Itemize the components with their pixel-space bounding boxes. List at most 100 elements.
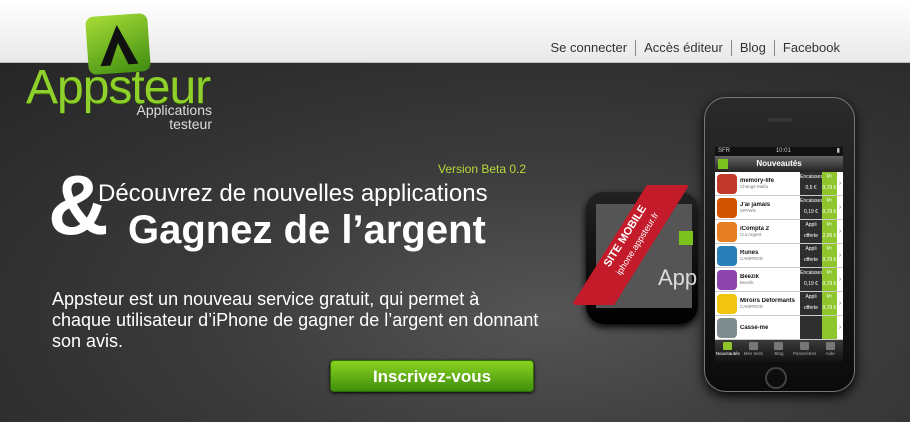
tab-nouveautes[interactable]: Nouveautés (715, 340, 741, 362)
app-logo-icon (718, 159, 728, 169)
app-list-row[interactable]: Beezik Beezik Encaissez 0,19 € Pr 0,79 € › (715, 268, 843, 292)
app-publisher: Change Mafia (740, 184, 769, 189)
nav-login[interactable]: Se connecter (543, 40, 637, 56)
reward-line-2: 0,5 € (805, 185, 817, 191)
app-list: memory-life Change Mafia Encaissez 0,5 € Pr 0… (715, 172, 843, 340)
price-line-2: 0,79 € (822, 281, 837, 287)
reward-line-1: Appli (805, 246, 817, 252)
settings-icon (800, 342, 810, 350)
tab-label: Blog (774, 351, 784, 356)
price-line-1: Pr (827, 222, 832, 228)
reward-line-1: Encaissez (800, 198, 823, 204)
reward-line-2: offerte (803, 233, 819, 239)
app-list-row[interactable]: Runes CAMPROD Appli offerte Pr 0,79 € › (715, 244, 843, 268)
price-line-1: Pr (827, 270, 832, 276)
blog-icon (774, 342, 784, 350)
app-list-row[interactable]: Casse-me › (715, 316, 843, 340)
clock: 10:01 (775, 148, 791, 154)
tab-blog[interactable]: Blog (766, 340, 792, 362)
app-list-row[interactable]: J'ai jamais SIPIWS Encaissez 0,19 € Pr 0,79 €… (715, 196, 843, 220)
tab-label: Paramètres (792, 351, 817, 356)
price-line-2: 0,79 € (822, 185, 837, 191)
app-text: J'ai jamais SIPIWS (740, 202, 800, 213)
app-text: Casse-me (740, 325, 800, 331)
reward-line-1: Appli (805, 222, 817, 228)
app-reward: Encaissez 0,5 € (800, 172, 823, 195)
chevron-right-icon: › (838, 324, 842, 331)
app-text: Runes CAMPROD (740, 250, 800, 261)
app-reward: Appli offerte (800, 244, 822, 267)
app-price: Pr 0,79 € (822, 292, 837, 315)
app-price: Pr 2,99 € (822, 220, 837, 243)
tab-label: Mes tests (743, 351, 764, 356)
app-text: memory-life Change Mafia (740, 178, 800, 189)
app-icon (717, 173, 737, 194)
app-icon (717, 293, 737, 314)
mobile-site-ribbon[interactable]: SITE MOBILE iphone.appsteur.fr (568, 185, 688, 305)
app-icon (717, 245, 737, 266)
tab-parametres[interactable]: Paramètres (792, 340, 818, 362)
chevron-right-icon: › (838, 204, 842, 211)
reward-line-1: Appli (805, 294, 817, 300)
app-list-row[interactable]: memory-life Change Mafia Encaissez 0,5 € Pr 0… (715, 172, 843, 196)
app-name: Casse-me (740, 324, 769, 331)
app-reward (800, 316, 822, 339)
home-button (765, 367, 787, 389)
version-label: Version Beta 0.2 (438, 162, 527, 176)
app-price (822, 316, 837, 339)
iphone-image: SFR 10:01 ▮ Nouveautés memory-life Change… (704, 97, 855, 392)
app-text: iCompta 2 Cut Argent (740, 226, 800, 237)
app-price: Pr 0,79 € (822, 268, 837, 291)
screen-title: Nouveautés (756, 159, 802, 168)
phone-speaker (767, 118, 793, 122)
tests-icon (748, 342, 758, 350)
tab-mes-tests[interactable]: Mes tests (741, 340, 767, 362)
app-reward: Appli offerte (800, 292, 822, 315)
price-line-2: 0,79 € (822, 257, 837, 263)
app-icon (717, 221, 737, 242)
signup-button[interactable]: Inscrivez-vous (330, 360, 534, 392)
app-publisher: Cut Argent (740, 232, 762, 237)
help-icon (825, 342, 835, 350)
nav-blog[interactable]: Blog (732, 40, 775, 56)
app-icon (717, 269, 737, 290)
logo-tagline: Applications testeur (120, 102, 213, 131)
app-list-row[interactable]: iCompta 2 Cut Argent Appli offerte Pr 2,99 € › (715, 220, 843, 244)
reward-line-2: offerte (803, 257, 819, 263)
ribbon-band[interactable]: SITE MOBILE iphone.appsteur.fr (572, 185, 688, 305)
price-line-1: Pr (827, 294, 832, 300)
chevron-right-icon: › (838, 252, 842, 259)
app-reward: Appli offerte (800, 220, 822, 243)
tab-aide[interactable]: Aide (817, 340, 843, 362)
screen-title-bar: Nouveautés (715, 156, 843, 172)
reward-line-2: 0,19 € (804, 281, 818, 287)
nav-facebook[interactable]: Facebook (775, 40, 848, 56)
reward-line-1: Encaissez (800, 174, 823, 180)
logo-tagline-1: Applications (136, 102, 213, 118)
headline-earn: Gagnez de l’argent (128, 208, 486, 252)
nav-publisher[interactable]: Accès éditeur (636, 40, 732, 56)
app-text: Miroirs Déformants CAMPROD (740, 298, 800, 309)
app-reward: Encaissez 0,19 € (800, 196, 823, 219)
app-publisher: SIPIWS (740, 208, 756, 213)
tab-label: Nouveautés (715, 351, 740, 356)
app-icon (717, 317, 737, 338)
top-nav: Se connecter Accès éditeur Blog Facebook (543, 40, 849, 56)
app-publisher: Beezik (740, 280, 754, 285)
chevron-right-icon: › (838, 300, 842, 307)
reward-line-2: offerte (803, 305, 819, 311)
app-publisher: CAMPROD (740, 304, 764, 309)
price-line-2: 0,79 € (822, 209, 837, 215)
battery-icon: ▮ (836, 148, 840, 154)
chevron-right-icon: › (838, 180, 842, 187)
star-icon (723, 342, 733, 350)
app-publisher: CAMPROD (740, 256, 764, 261)
app-icon (717, 197, 737, 218)
price-line-1: Pr (827, 246, 832, 252)
phone-screen: SFR 10:01 ▮ Nouveautés memory-life Change… (715, 147, 843, 362)
hero-description: Appsteur est un nouveau service gratuit,… (52, 289, 539, 351)
app-list-row[interactable]: Miroirs Déformants CAMPROD Appli offerte Pr 0… (715, 292, 843, 316)
tab-bar: Nouveautés Mes tests Blog Paramètres Aid… (715, 340, 843, 362)
price-line-1: Pr (827, 198, 832, 204)
price-line-2: 2,99 € (822, 233, 837, 239)
